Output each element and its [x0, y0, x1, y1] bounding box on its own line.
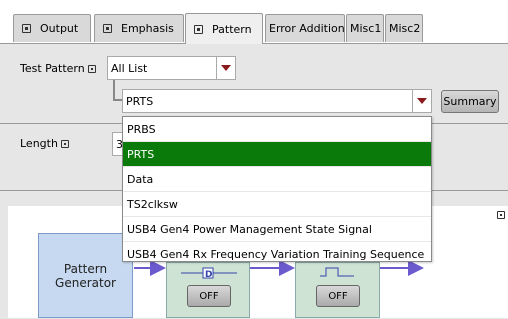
help-box-icon: [103, 24, 112, 33]
dropdown-item[interactable]: Data: [123, 167, 431, 192]
help-box-icon: [194, 24, 203, 34]
tab-misc2[interactable]: Misc2: [385, 14, 423, 42]
waveform-icon: [320, 267, 354, 277]
tab-label: Misc1: [350, 22, 382, 35]
pattern-value: PRTS: [126, 94, 154, 108]
tab-emphasis[interactable]: Emphasis: [94, 14, 184, 42]
tab-label: Output: [40, 22, 79, 35]
emphasis-block: D OFF: [166, 262, 250, 318]
help-icon[interactable]: [61, 140, 70, 148]
dropdown-item-selected[interactable]: PRTS: [123, 142, 431, 167]
dropdown-item[interactable]: USB4 Gen4 Rx Frequency Variation Trainin…: [123, 242, 431, 266]
tab-label: Pattern: [212, 22, 252, 36]
svg-text:D: D: [205, 270, 212, 279]
connector-line: [113, 80, 115, 101]
length-label: Length: [20, 137, 58, 150]
error-off-button[interactable]: OFF: [316, 285, 360, 307]
error-block: OFF: [295, 262, 380, 318]
length-label-group: Length: [20, 137, 70, 150]
test-pattern-label-group: Test Pattern: [20, 62, 97, 75]
tab-misc1[interactable]: Misc1: [346, 14, 384, 42]
tab-error-addition[interactable]: Error Addition: [265, 14, 345, 42]
tab-pattern[interactable]: Pattern: [185, 13, 263, 44]
emphasis-off-button[interactable]: OFF: [187, 285, 231, 307]
help-icon[interactable]: [88, 65, 97, 73]
tab-label: Misc2: [389, 22, 421, 35]
deemphasis-icon: D: [181, 267, 237, 279]
chevron-down-icon[interactable]: [216, 57, 235, 79]
pattern-select[interactable]: PRTS: [122, 89, 432, 113]
chevron-down-icon[interactable]: [412, 90, 431, 112]
test-pattern-label: Test Pattern: [20, 62, 85, 75]
off-label: OFF: [199, 290, 219, 302]
off-label: OFF: [328, 290, 348, 302]
tab-bar: Output Emphasis Pattern Error Addition M…: [0, 0, 508, 44]
summary-label: Summary: [443, 95, 497, 108]
tab-output[interactable]: Output: [13, 14, 91, 42]
help-box-icon: [22, 24, 31, 33]
pattern-category-select[interactable]: All List: [107, 56, 236, 80]
summary-button[interactable]: Summary: [441, 90, 499, 113]
dropdown-item[interactable]: USB4 Gen4 Power Management State Signal: [123, 217, 431, 242]
dropdown-item[interactable]: PRBS: [123, 117, 431, 142]
pattern-dropdown-list: PRBS PRTS Data TS2clksw USB4 Gen4 Power …: [122, 116, 432, 262]
tab-label: Emphasis: [121, 22, 174, 35]
pattern-category-value: All List: [111, 61, 148, 75]
tab-label: Error Addition: [269, 22, 345, 35]
dropdown-item[interactable]: TS2clksw: [123, 192, 431, 217]
